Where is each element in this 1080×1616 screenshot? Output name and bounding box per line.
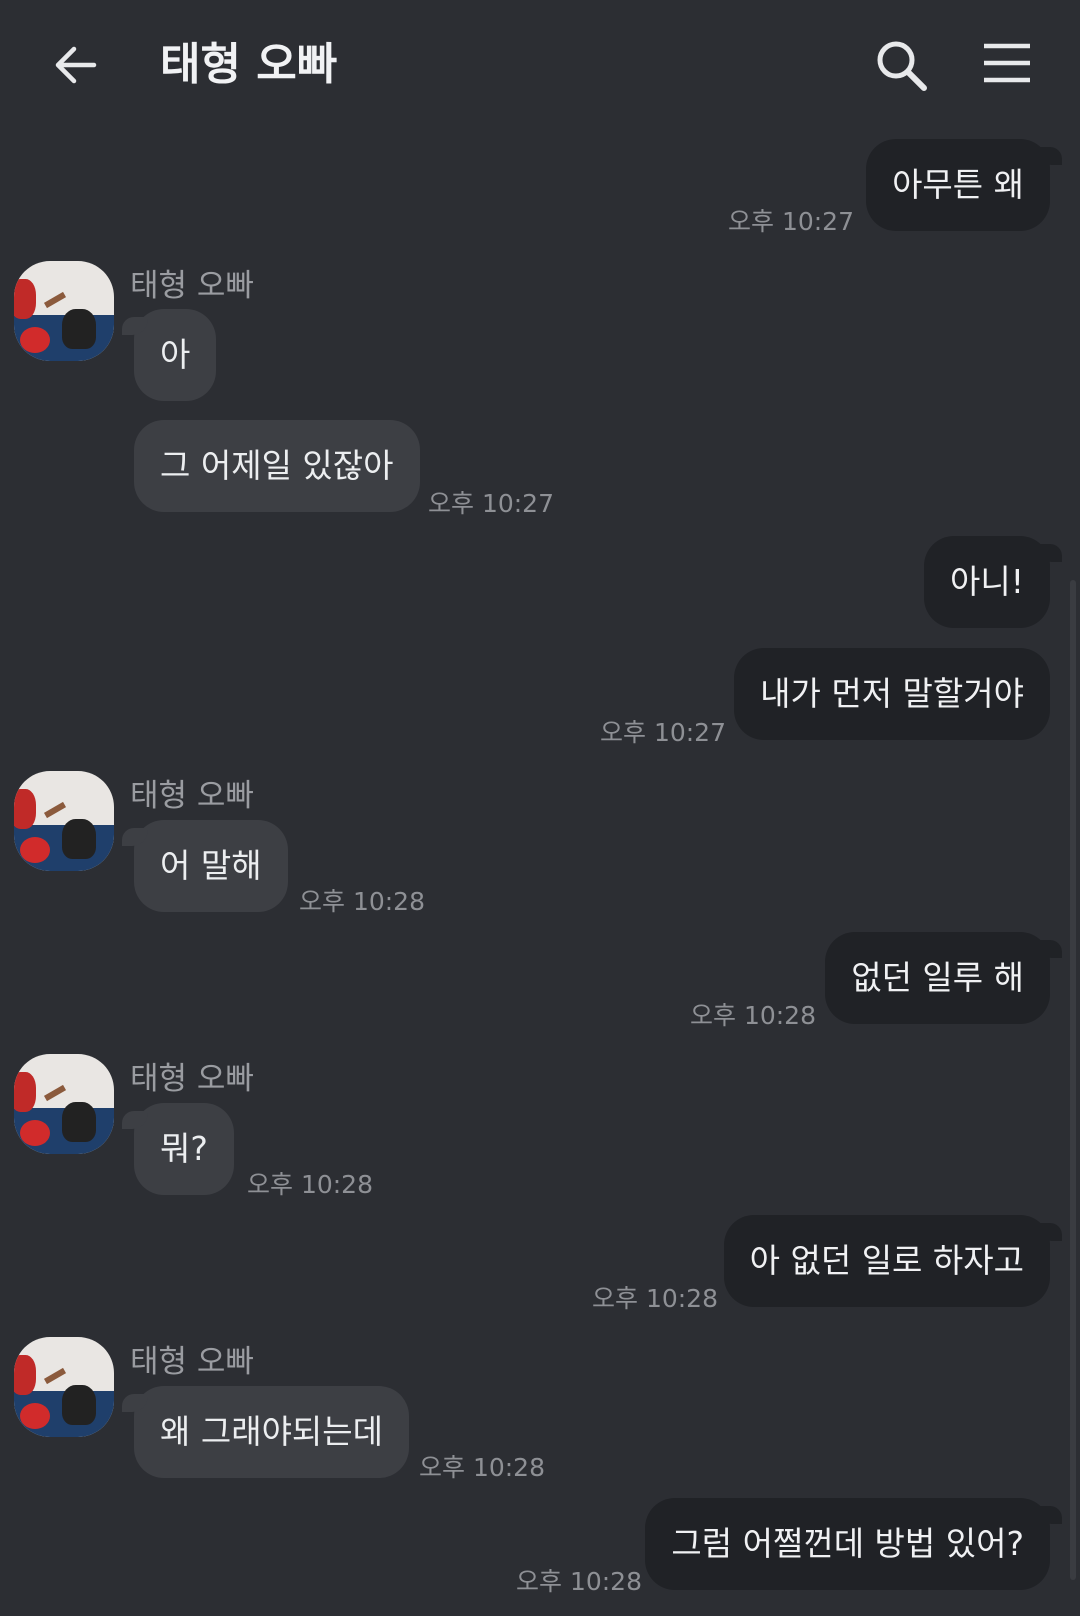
outgoing-message-bubble[interactable]: 내가 먼저 말할거야 xyxy=(734,648,1050,740)
message-timestamp: 오후 10:28 xyxy=(516,1567,642,1596)
message-timestamp: 오후 10:28 xyxy=(247,1170,373,1199)
outgoing-message-bubble[interactable]: 아니! xyxy=(924,536,1062,628)
message-timestamp: 오후 10:28 xyxy=(690,1001,816,1030)
message-timestamp: 오후 10:28 xyxy=(592,1284,718,1313)
message-text: 그럼 어쩔껀데 방법 있어? xyxy=(671,1524,1024,1563)
message-timestamp: 오후 10:28 xyxy=(419,1453,545,1482)
outgoing-message-bubble[interactable]: 아 없던 일로 하자고 xyxy=(723,1215,1063,1307)
avatar[interactable] xyxy=(14,1337,114,1437)
incoming-message-bubble[interactable]: 왜 그래야되는데 xyxy=(121,1386,410,1478)
sender-name: 태형 오빠 xyxy=(130,1344,254,1380)
message-text: 아무튼 왜 xyxy=(892,165,1024,204)
message-text: 어 말해 xyxy=(160,846,262,885)
avatar[interactable] xyxy=(14,261,114,361)
message-timestamp: 오후 10:27 xyxy=(600,718,726,747)
avatar[interactable] xyxy=(14,771,114,871)
message-timestamp: 오후 10:27 xyxy=(428,489,554,518)
chat-header: 태형 오빠 xyxy=(0,0,1080,130)
sender-name: 태형 오빠 xyxy=(130,778,254,814)
message-timestamp: 오후 10:28 xyxy=(299,887,425,916)
sender-name: 태형 오빠 xyxy=(130,1061,254,1097)
message-text: 아 없던 일로 하자고 xyxy=(749,1241,1024,1280)
outgoing-message-bubble[interactable]: 그럼 어쩔껀데 방법 있어? xyxy=(645,1498,1062,1590)
message-text: 왜 그래야되는데 xyxy=(160,1412,384,1451)
message-timestamp: 오후 10:27 xyxy=(728,207,854,236)
menu-button[interactable] xyxy=(982,40,1032,90)
incoming-message-bubble[interactable]: 어 말해 xyxy=(122,820,288,912)
search-icon xyxy=(877,41,927,91)
incoming-message-bubble[interactable]: 뭐? xyxy=(122,1103,234,1195)
arrow-left-icon xyxy=(55,46,97,84)
message-text: 아 xyxy=(160,335,191,374)
message-text: 아니! xyxy=(950,562,1024,601)
sender-name: 태형 오빠 xyxy=(130,268,254,304)
message-text: 뭐? xyxy=(160,1129,208,1168)
search-button[interactable] xyxy=(874,38,930,94)
outgoing-message-bubble[interactable]: 없던 일루 해 xyxy=(825,932,1062,1024)
message-text: 그 어제일 있잖아 xyxy=(160,446,394,485)
incoming-message-bubble[interactable]: 그 어제일 있잖아 xyxy=(134,420,420,512)
outgoing-message-bubble[interactable]: 아무튼 왜 xyxy=(866,139,1062,231)
message-text: 내가 먼저 말할거야 xyxy=(760,674,1024,713)
message-text: 없던 일루 해 xyxy=(851,958,1024,997)
avatar[interactable] xyxy=(14,1054,114,1154)
hamburger-menu-icon xyxy=(984,43,1030,83)
incoming-message-bubble[interactable]: 아 xyxy=(121,309,217,401)
scrollbar[interactable] xyxy=(1070,580,1076,1580)
chat-title: 태형 오빠 xyxy=(160,39,338,90)
back-button[interactable] xyxy=(50,38,104,92)
